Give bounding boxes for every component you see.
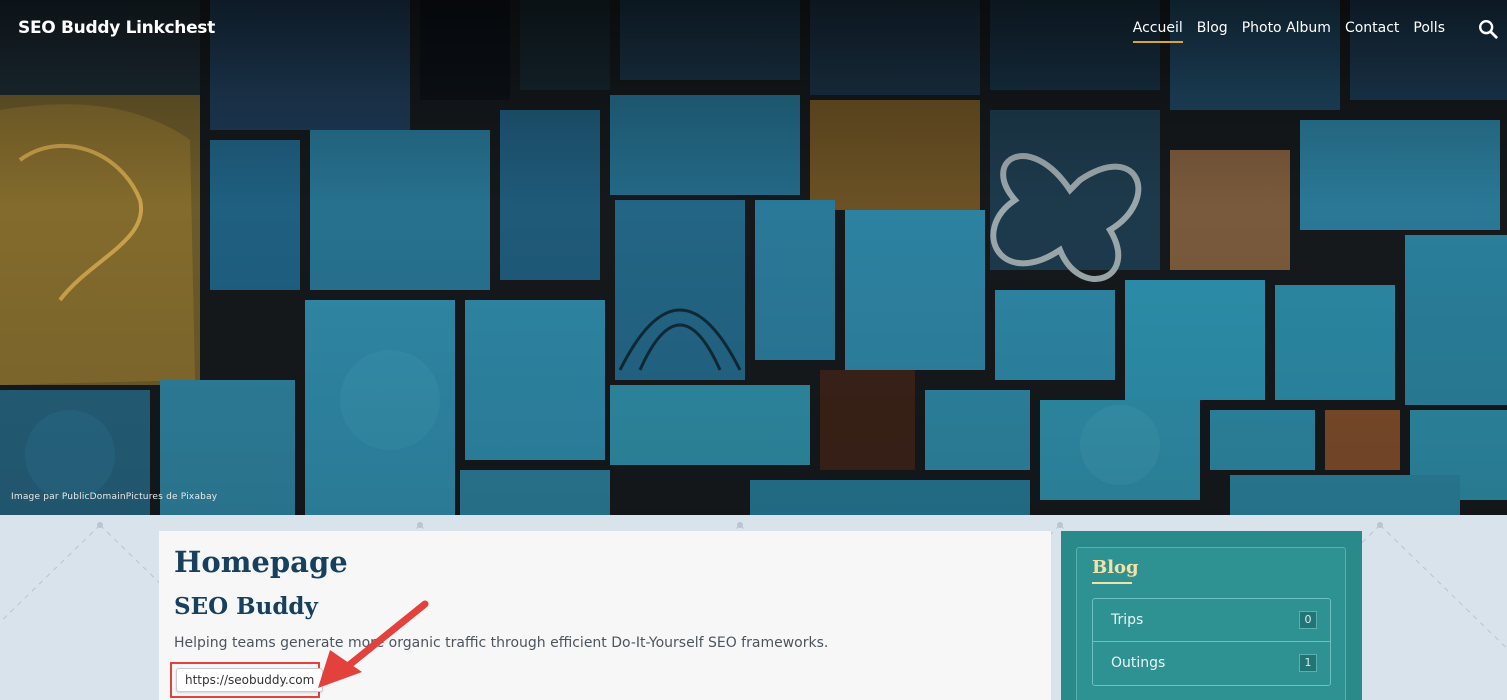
nav-item-accueil[interactable]: Accueil xyxy=(1132,20,1183,43)
sidebar: Blog Trips 0 Outings 1 xyxy=(1061,531,1362,700)
category-item-outings[interactable]: Outings 1 xyxy=(1093,642,1330,685)
category-list: Trips 0 Outings 1 xyxy=(1092,598,1331,686)
url-highlight-box: https://seobuddy.com xyxy=(170,662,324,698)
site-name-heading: SEO Buddy xyxy=(174,593,318,620)
category-item-trips[interactable]: Trips 0 xyxy=(1093,599,1330,642)
hero-mosaic-image xyxy=(0,0,1507,515)
nav-item-polls[interactable]: Polls xyxy=(1413,20,1445,43)
image-credit: Image par PublicDomainPictures de Pixaba… xyxy=(11,492,218,502)
blog-widget: Blog Trips 0 Outings 1 xyxy=(1076,547,1346,700)
widget-title: Blog xyxy=(1092,557,1139,578)
nav-item-contact[interactable]: Contact xyxy=(1345,20,1399,43)
widget-title-underline xyxy=(1092,582,1132,584)
page-title: Homepage xyxy=(174,545,348,579)
arrow-annotation-icon xyxy=(318,600,429,688)
main-nav: Accueil Blog Photo Album Contact Polls xyxy=(1132,20,1445,43)
hero-banner: SEO Buddy Linkchest Accueil Blog Photo A… xyxy=(0,0,1507,515)
site-title[interactable]: SEO Buddy Linkchest xyxy=(18,18,215,38)
site-tagline: Helping teams generate more organic traf… xyxy=(174,635,829,651)
nav-item-blog[interactable]: Blog xyxy=(1197,20,1228,43)
category-count-badge: 1 xyxy=(1299,654,1317,672)
nav-item-photo-album[interactable]: Photo Album xyxy=(1242,20,1331,43)
category-label: Trips xyxy=(1111,612,1144,628)
category-label: Outings xyxy=(1111,655,1166,671)
main-content-card: Homepage SEO Buddy Helping teams generat… xyxy=(159,531,1051,700)
category-count-badge: 0 xyxy=(1299,611,1317,629)
search-icon[interactable] xyxy=(1477,18,1499,40)
